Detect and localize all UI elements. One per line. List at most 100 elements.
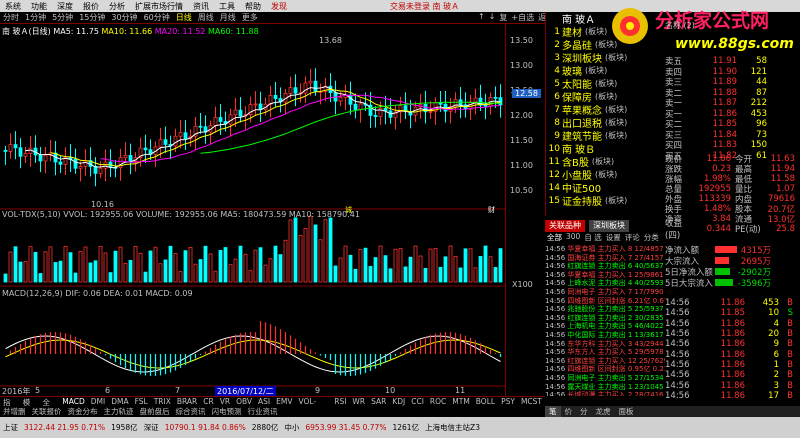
indicator-tab-3[interactable]: MACD	[59, 397, 87, 406]
indicator-tab-24[interactable]: MCST	[518, 397, 545, 406]
right-tab-2[interactable]: 分	[576, 406, 592, 417]
period-tab-3[interactable]: 15分钟	[76, 12, 108, 23]
menu-item-discover[interactable]: 发现	[266, 1, 292, 12]
candle-body	[308, 80, 313, 84]
news-item[interactable]: 14:56 华东方人 主力买入 5 29/5978	[545, 347, 665, 356]
volume-bar	[318, 239, 323, 283]
right-tab-0[interactable]: 笔	[545, 406, 561, 417]
period-tab-8[interactable]: 月线	[217, 12, 239, 23]
indicator-tab-17[interactable]: SAR	[368, 397, 389, 406]
menu-item-0[interactable]: 系统	[0, 1, 26, 12]
function-tab-4[interactable]: 盘前盘后	[137, 406, 173, 417]
window-control-0[interactable]: ↑	[476, 12, 487, 24]
indicator-tab-19[interactable]: CCI	[408, 397, 427, 406]
function-tab-0[interactable]: 并增删	[0, 406, 29, 417]
news-item[interactable]: 14:56 上海机电 主力卖出 5 46/4022	[545, 321, 665, 330]
indicator-tab-21[interactable]: MTM	[449, 397, 473, 406]
news-item[interactable]: 14:56 国海证券 主力买入 7 27/4157	[545, 253, 665, 262]
news-item[interactable]: 14:56 同洲电子 主力卖出 5 27/1534	[545, 373, 665, 382]
menu-item-5[interactable]: 扩展市场行情	[130, 1, 188, 12]
indicator-tab-10[interactable]: VR	[217, 397, 233, 406]
indicator-tab-16[interactable]: WR	[349, 397, 368, 406]
window-control-2[interactable]: 复	[497, 12, 509, 24]
news-item[interactable]: 14:56 中化国际 主力卖出 1 13/3617	[545, 330, 665, 339]
news-item[interactable]: 14:56 同洲电子 主力买入 7 17/7990	[545, 287, 665, 296]
period-tab-5[interactable]: 60分钟	[141, 12, 173, 23]
window-control-3[interactable]: +自选	[509, 12, 536, 24]
info-tab-0[interactable]: 关联品种	[545, 220, 585, 232]
stock-list-num: 14	[548, 182, 560, 193]
indicator-tab-12[interactable]: ASI	[255, 397, 273, 406]
news-item[interactable]: 14:56 华夏幸福 主力买入 8 12/4857	[545, 244, 665, 253]
volume-bar	[123, 262, 128, 283]
function-tab-5[interactable]: 综合资讯	[173, 406, 209, 417]
info-subtab-2[interactable]: 自 选	[582, 232, 603, 242]
info-subtab-5[interactable]: 分类	[642, 232, 661, 242]
news-item[interactable]: 14:56 红旗连锁 主力买入 12 25/7629	[545, 356, 665, 365]
news-item[interactable]: 14:56 上峰水泥 主力卖出 4 40/2593	[545, 278, 665, 287]
indicator-tab-8[interactable]: BRAR	[174, 397, 200, 406]
function-tab-2[interactable]: 资金分布	[65, 406, 101, 417]
indicator-tab-9[interactable]: CR	[200, 397, 216, 406]
window-control-1[interactable]: ↓	[487, 12, 498, 24]
period-tab-6[interactable]: 日线	[173, 12, 195, 23]
function-tab-3[interactable]: 主力轨迹	[101, 406, 137, 417]
indicator-tab-5[interactable]: DMA	[108, 397, 131, 406]
period-tab-9[interactable]: 更多	[239, 12, 261, 23]
info-tab-1[interactable]: 深圳板块	[589, 220, 629, 232]
menu-item-4[interactable]: 分析	[104, 1, 130, 12]
menu-item-7[interactable]: 工具	[214, 1, 240, 12]
function-tab-7[interactable]: 行业资讯	[245, 406, 281, 417]
indicator-tab-22[interactable]: BOLL	[473, 397, 498, 406]
news-item[interactable]: 14:56 兆驰股份 主力卖出 5 25/5937	[545, 304, 665, 313]
menu-item-8[interactable]: 帮助	[240, 1, 266, 12]
news-item[interactable]: 14:56 长城动漫 主力买入 2 28/7416	[545, 390, 665, 396]
order-price: 11.86	[712, 108, 737, 119]
candle-body	[8, 144, 13, 152]
indicator-tab-18[interactable]: KDJ	[389, 397, 408, 406]
indicator-tab-7[interactable]: TRIX	[151, 397, 174, 406]
news-item[interactable]: 14:56 东华方科 主力买入 3 43/2944	[545, 339, 665, 348]
period-tab-0[interactable]: 分时	[0, 12, 22, 23]
right-tab-3[interactable]: 龙虎	[592, 406, 615, 417]
indicator-tab-6[interactable]: FSL	[132, 397, 151, 406]
period-tab-2[interactable]: 5分钟	[49, 12, 76, 23]
menu-item-6[interactable]: 资讯	[188, 1, 214, 12]
news-item[interactable]: 14:56 露天煤业 主力卖出 1 23/1045	[545, 382, 665, 391]
info-subtab-0[interactable]: 全部	[545, 232, 564, 242]
period-tab-7[interactable]: 周线	[195, 12, 217, 23]
stock-list-item[interactable]: 15 证金持股 (板块)	[546, 194, 665, 209]
info-subtab-3[interactable]: 设置	[604, 232, 623, 242]
news-item[interactable]: 14:56 四维图新 区间封涨 6.21亿 0.67%	[545, 296, 665, 305]
period-tab-1[interactable]: 1分钟	[22, 12, 49, 23]
menu-item-3[interactable]: 报价	[78, 1, 104, 12]
right-tab-1[interactable]: 价	[561, 406, 577, 417]
indicator-tab-4[interactable]: DMI	[88, 397, 108, 406]
indicator-tab-13[interactable]: EMV	[273, 397, 295, 406]
info-subtab-4[interactable]: 评论	[623, 232, 642, 242]
svg-text:www.88gs.com: www.88gs.com	[675, 36, 794, 52]
right-tab-4[interactable]: 面板	[615, 406, 638, 417]
indicator-tab-23[interactable]: PSY	[498, 397, 518, 406]
indicator-tab-15[interactable]: RSI	[331, 397, 349, 406]
function-tab-1[interactable]: 关联报价	[29, 406, 65, 417]
menu-item-2[interactable]: 深度	[52, 1, 78, 12]
news-item[interactable]: 14:56 华夏幸福 主力买入 1 25/9861	[545, 270, 665, 279]
indicator-tab-20[interactable]: ROC	[427, 397, 449, 406]
indicator-tab-11[interactable]: OBV	[233, 397, 255, 406]
news-item[interactable]: 14:56 四维图新 区间封涨 0.95亿 0.23%	[545, 364, 665, 373]
indicator-tab-14[interactable]: VOL-TDX	[295, 397, 331, 415]
news-item[interactable]: 14:56 红旗连锁 主力卖出 2 30/2835	[545, 313, 665, 322]
volume-bar	[428, 248, 433, 283]
news-item[interactable]: 14:56 红旗连锁 主力卖出 6 40/5637	[545, 261, 665, 270]
indicator-tab-0[interactable]: 指标	[0, 397, 20, 418]
indicator-tab-2[interactable]: 全部	[40, 397, 60, 418]
indicator-tab-1[interactable]: 模板	[20, 397, 40, 418]
volume-bar	[93, 260, 98, 283]
info-subtab-1[interactable]: 300	[564, 232, 582, 242]
function-tab-6[interactable]: 闪电预测	[209, 406, 245, 417]
period-tab-4[interactable]: 30分钟	[108, 12, 140, 23]
fund-flow-bar	[715, 268, 737, 275]
menu-item-1[interactable]: 功能	[26, 1, 52, 12]
volume-bar	[33, 251, 38, 283]
